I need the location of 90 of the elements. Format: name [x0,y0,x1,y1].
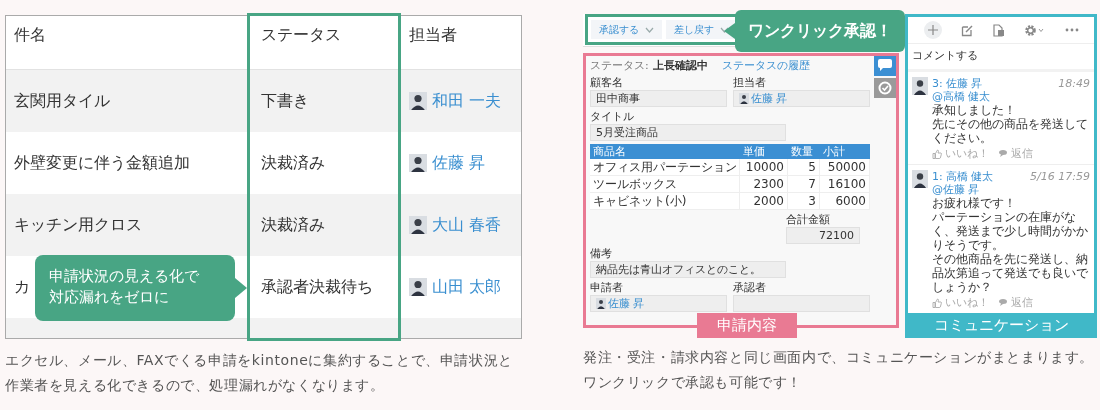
speech-bubble-icon [998,298,1008,307]
table-cell: 承認者決裁待ち [261,276,373,298]
table-cell: 50000 [820,159,870,176]
table-cell: 2000 [740,193,788,210]
field-label: 担当者 [733,76,767,89]
table-cell: カ [14,276,30,298]
table-cell: オフィス用パーテーション [590,159,740,176]
comment-number: 3: [932,77,943,90]
user-link[interactable]: 大山 春香 [432,214,502,236]
author-link[interactable]: 佐藤 昇 [945,77,983,90]
column-header: 単価 [740,144,788,159]
person-icon [912,170,928,188]
table-cell: 10000 [740,159,788,176]
caption: 発注・受注・請求内容と同じ画面内で、コミュニケーションがまとまります。ワンクリックで承認も可能です！ [583,348,1095,392]
plus-icon[interactable] [923,21,942,39]
speech-bubble-icon [998,149,1008,158]
reply-link[interactable]: 返信 [1011,296,1033,309]
action-button[interactable]: 承認する [591,20,662,39]
action-button[interactable]: 差し戻す [666,20,737,39]
column-header: 件名 [14,25,46,46]
table-cell: 外壁変更に伴う金額追加 [14,152,190,174]
section-label: コミュニケーション [905,313,1097,338]
column-header: 小計 [820,144,870,159]
history-link[interactable]: ステータスの履歴 [721,59,810,73]
person-icon [409,92,427,110]
status-value: 上長確認中 [652,59,708,73]
field-value: 5月受注商品 [596,125,658,140]
user-link[interactable]: 佐藤 昇 [432,152,486,174]
document-icon[interactable] [992,23,1005,37]
comment-text: お疲れ様です！ パーテーションの在庫がなく、発送まで少し時間がかかりそうです。 その他商品を先に発送し、納品次第追って発送でも良いでしょうか？ [932,196,1089,294]
caret-icon [645,26,654,33]
field-label: 顧客名 [590,76,624,89]
person-icon [739,93,749,104]
table-cell: 玄関用タイル [14,90,110,112]
field-label: 合計金額 [786,213,831,226]
table-cell: 決裁済み [261,152,325,174]
more-icon[interactable] [1064,28,1079,32]
user-link[interactable]: 山田 太郎 [432,276,502,298]
callout: ワンクリック承認！ [724,10,905,52]
person-icon [409,216,427,234]
caption: エクセル、メール、FAXでくる申請をkintoneに集約することで、申請状況と作業者を見える化できるので、処理漏れがなくなります。 [5,351,514,395]
table-cell: ツールボックス [590,176,740,193]
person-icon [409,154,427,172]
comment-number: 1: [932,170,943,183]
mention-link[interactable]: @佐藤 昇 [932,183,1090,196]
person-icon [596,298,606,309]
field-value: 納品先は青山オフィスとのこと。 [596,262,761,277]
table-cell: 6000 [820,193,870,210]
column-header: ステータス [261,25,341,46]
comment-icon[interactable] [874,56,896,76]
thumbs-up-icon [932,148,942,159]
table-cell: 決裁済み [261,214,325,236]
user-link[interactable]: 佐藤 昇 [608,296,645,311]
person-icon [912,77,928,95]
user-link[interactable]: 和田 一夫 [432,90,502,112]
comment-time: 18:49 [1058,77,1090,90]
callout: 申請状況の見える化で 対応漏れをゼロに [35,255,247,321]
reply-link[interactable]: 返信 [1011,147,1033,160]
field-label: 備考 [590,247,613,260]
like-link[interactable]: いいね！ [945,147,989,160]
status-label: ステータス: [590,59,649,73]
table-cell: 3 [788,193,820,210]
column-header: 担当者 [409,25,457,46]
comment-field[interactable]: コメントする [908,44,1094,72]
table-cell: 16100 [820,176,870,193]
table-cell: 7 [788,176,820,193]
thumbs-up-icon [932,297,942,308]
field-value: 72100 [819,229,854,242]
table-cell: 5 [788,159,820,176]
mention-link[interactable]: @高橋 健太 [932,90,1090,103]
user-link[interactable]: 佐藤 昇 [751,91,788,106]
field-value: 田中商事 [596,91,640,106]
history-icon[interactable] [874,78,896,98]
like-link[interactable]: いいね！ [945,296,989,309]
field-label: タイトル [590,110,635,123]
edit-icon[interactable] [960,23,974,37]
person-icon [409,278,427,296]
column-header: 数量 [788,144,820,159]
column-header: 商品名 [590,144,740,159]
field-label: 承認者 [733,281,767,294]
field-label: 申請者 [590,281,624,294]
author-link[interactable]: 高橋 健太 [945,170,994,183]
gear-icon[interactable] [1023,23,1046,37]
comment-text: 承知しました！ 先にその他の商品を発送してください。 [932,103,1089,145]
table-cell: 2300 [740,176,788,193]
section-label: 申請内容 [697,313,797,338]
table-cell: キッチン用クロス [14,214,142,236]
comment-time: 5/16 17:59 [1030,170,1090,183]
table-cell: 下書き [261,90,309,112]
table-cell: キャビネット(小) [590,193,740,210]
